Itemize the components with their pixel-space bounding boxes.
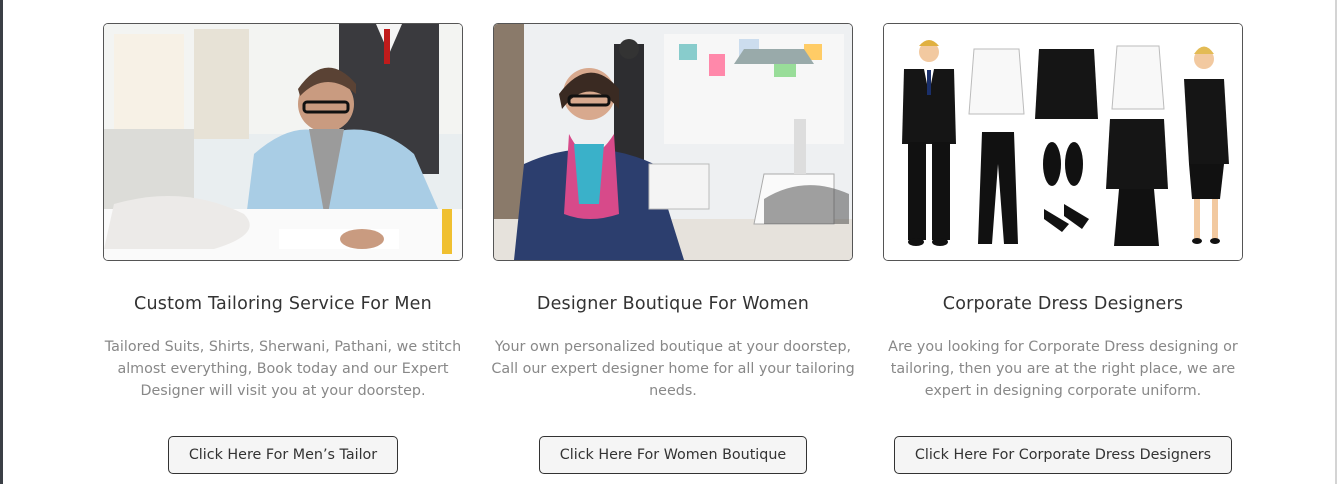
card-description: Are you looking for Corporate Dress desi… — [888, 339, 1238, 399]
card-title: Custom Tailoring Service For Men — [134, 294, 432, 314]
corporate-outfits-drawing — [884, 24, 1242, 260]
tailor-photo — [103, 23, 463, 261]
boutique-photo — [493, 23, 853, 261]
corporate-dress-illustration — [883, 23, 1243, 261]
card-title: Corporate Dress Designers — [942, 294, 1184, 314]
card-description: Your own personalized boutique at your d… — [491, 339, 855, 399]
service-card-corporate: Corporate Dress Designers Are you lookin… — [883, 23, 1243, 474]
card-title: Designer Boutique For Women — [536, 294, 810, 314]
corporate-dress-button[interactable]: Click Here For Corporate Dress Designers — [893, 436, 1233, 474]
tailor-photo-illustration — [104, 24, 462, 260]
mens-tailor-button[interactable]: Click Here For Men’s Tailor — [167, 436, 399, 474]
boutique-photo-illustration — [494, 24, 852, 260]
left-edge-divider — [0, 0, 3, 484]
service-card-men: Custom Tailoring Service For Men Tailore… — [103, 23, 463, 474]
card-description: Tailored Suits, Shirts, Sherwani, Pathan… — [104, 339, 462, 399]
service-card-women: Designer Boutique For Women Your own per… — [491, 23, 855, 474]
women-boutique-button[interactable]: Click Here For Women Boutique — [538, 436, 808, 474]
